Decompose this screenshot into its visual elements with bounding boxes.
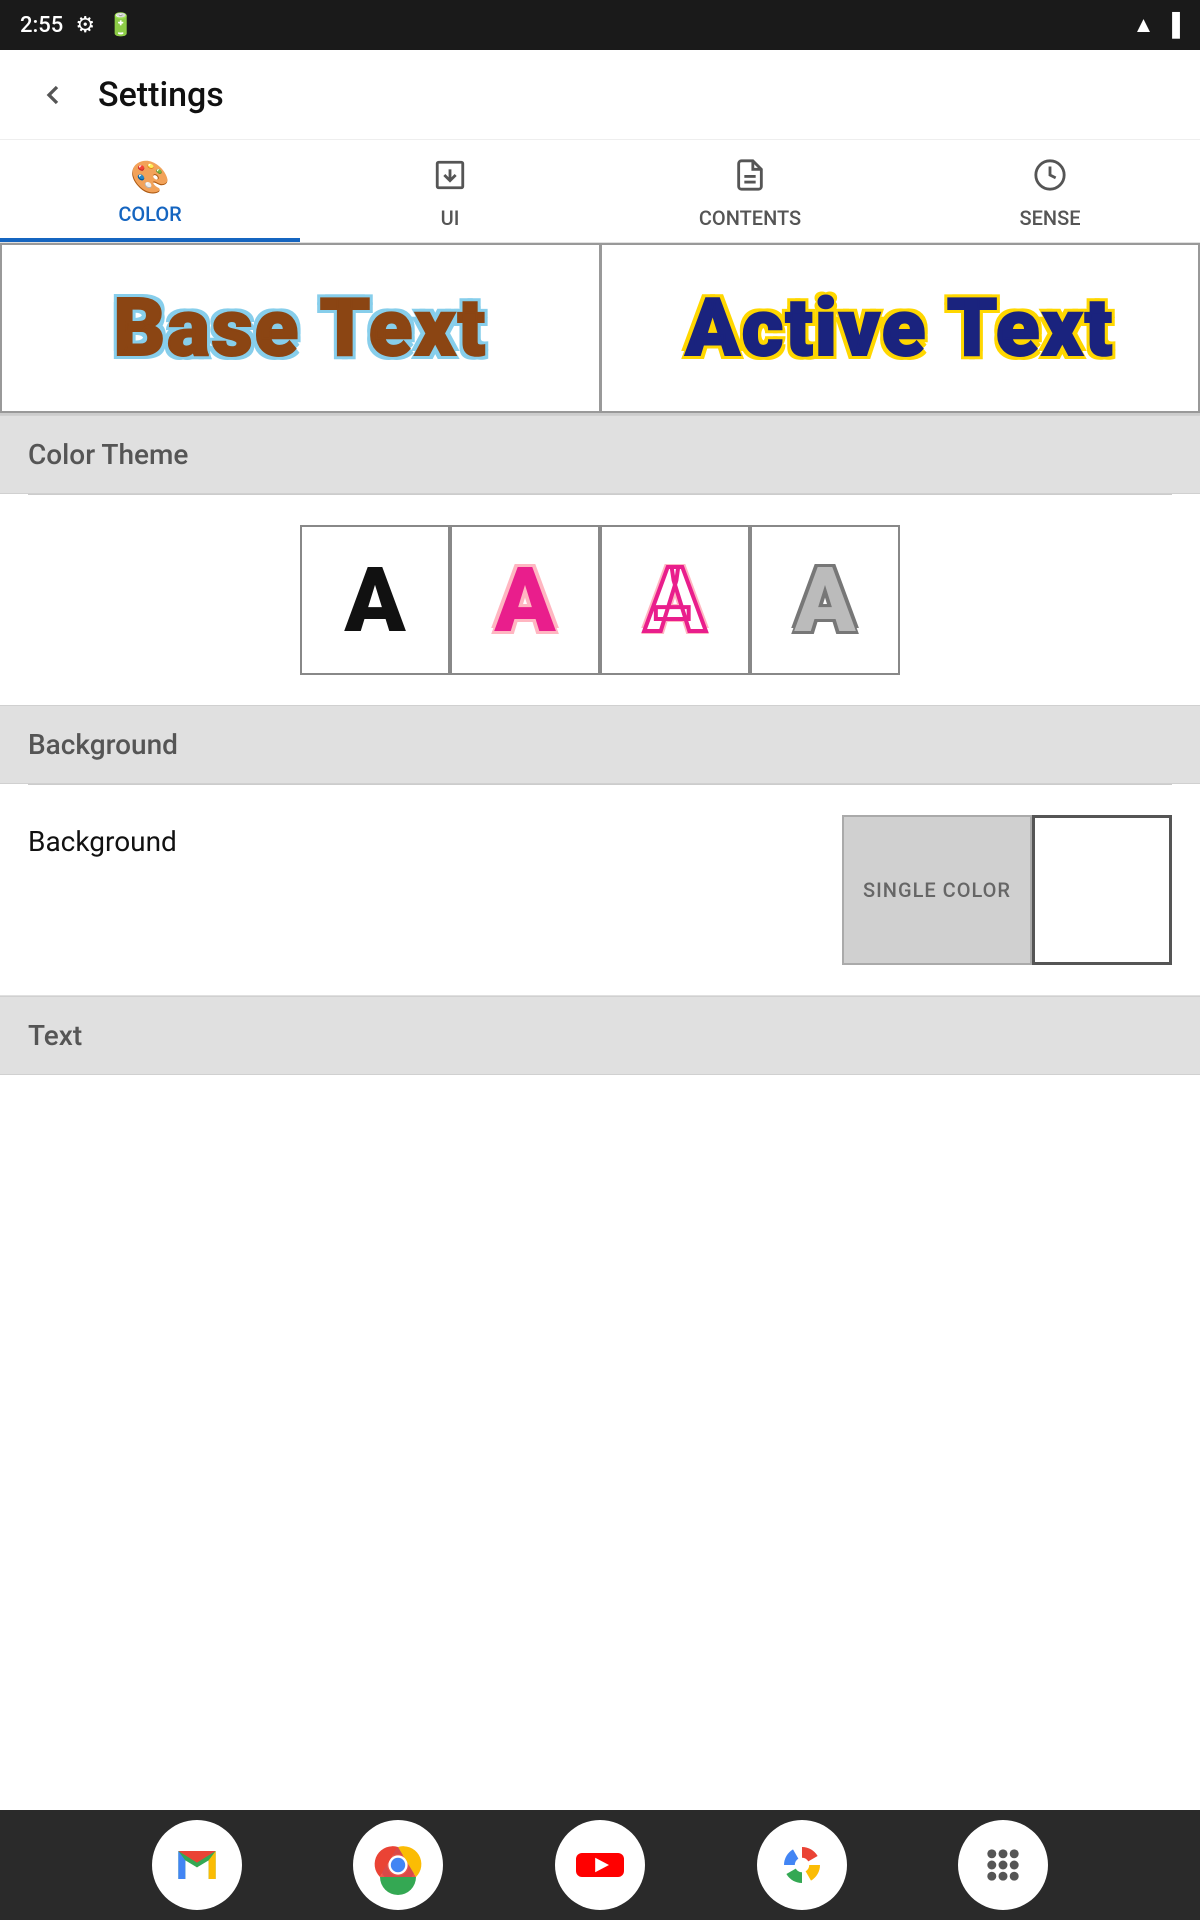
text-header: Text [0, 996, 1200, 1075]
sense-tab-icon [1033, 158, 1067, 200]
youtube-nav-icon[interactable] [555, 1820, 645, 1910]
tab-contents[interactable]: CONTENTS [600, 140, 900, 242]
tab-sense[interactable]: SENSE [900, 140, 1200, 242]
theme-option-gray[interactable]: A [750, 525, 900, 675]
theme-pink-letter: A [494, 548, 555, 653]
status-left: 2:55 ⚙ 🔋 [20, 13, 134, 38]
theme-plain-letter: A [344, 548, 405, 653]
apps-nav-icon[interactable] [958, 1820, 1048, 1910]
sense-tab-label: SENSE [1019, 206, 1080, 230]
app-bar: Settings [0, 50, 1200, 140]
color-tab-icon: 🎨 [130, 158, 170, 196]
photos-nav-icon[interactable] [757, 1820, 847, 1910]
contents-tab-label: CONTENTS [699, 206, 801, 230]
background-options: SINGLE COLOR [842, 815, 1172, 965]
settings-status-icon: ⚙ [75, 13, 95, 38]
sim-status-icon: 🔋 [107, 13, 134, 38]
chrome-nav-icon[interactable] [353, 1820, 443, 1910]
theme-gray-letter: A [794, 548, 855, 653]
theme-option-pink[interactable]: A [450, 525, 600, 675]
base-text-preview[interactable]: Base Text [0, 243, 600, 413]
preview-row: Base Text Active Text [0, 243, 1200, 415]
ui-tab-icon [433, 158, 467, 200]
wifi-status-icon: ▲ [1133, 12, 1155, 38]
color-theme-header: Color Theme [0, 415, 1200, 494]
text-section-content [0, 1075, 1200, 1135]
tab-bar: 🎨 COLOR UI CONTENTS [0, 140, 1200, 243]
status-time: 2:55 [20, 13, 63, 38]
contents-tab-icon [733, 158, 767, 200]
ui-tab-label: UI [441, 206, 460, 230]
status-right: ▲ ▐ [1133, 12, 1180, 38]
status-bar: 2:55 ⚙ 🔋 ▲ ▐ [0, 0, 1200, 50]
base-text-label: Base Text [103, 281, 497, 375]
theme-pink-outline-letter: A [644, 548, 705, 653]
signal-status-icon: ▐ [1164, 12, 1180, 38]
theme-grid: A A A A [0, 495, 1200, 705]
active-text-preview[interactable]: Active Text [600, 243, 1200, 413]
active-text-label: Active Text [685, 281, 1114, 375]
background-header: Background [0, 705, 1200, 784]
bottom-nav [0, 1810, 1200, 1920]
tab-ui[interactable]: UI [300, 140, 600, 242]
back-button[interactable] [28, 70, 78, 120]
color-tab-label: COLOR [118, 202, 181, 226]
white-color-option[interactable] [1032, 815, 1172, 965]
single-color-label: SINGLE COLOR [863, 878, 1011, 902]
theme-option-plain[interactable]: A [300, 525, 450, 675]
background-row: Background SINGLE COLOR [0, 785, 1200, 996]
page-title: Settings [98, 75, 224, 115]
single-color-option[interactable]: SINGLE COLOR [842, 815, 1032, 965]
background-label: Background [28, 815, 842, 858]
gmail-nav-icon[interactable] [152, 1820, 242, 1910]
tab-color[interactable]: 🎨 COLOR [0, 140, 300, 242]
theme-option-pink-outline[interactable]: A [600, 525, 750, 675]
